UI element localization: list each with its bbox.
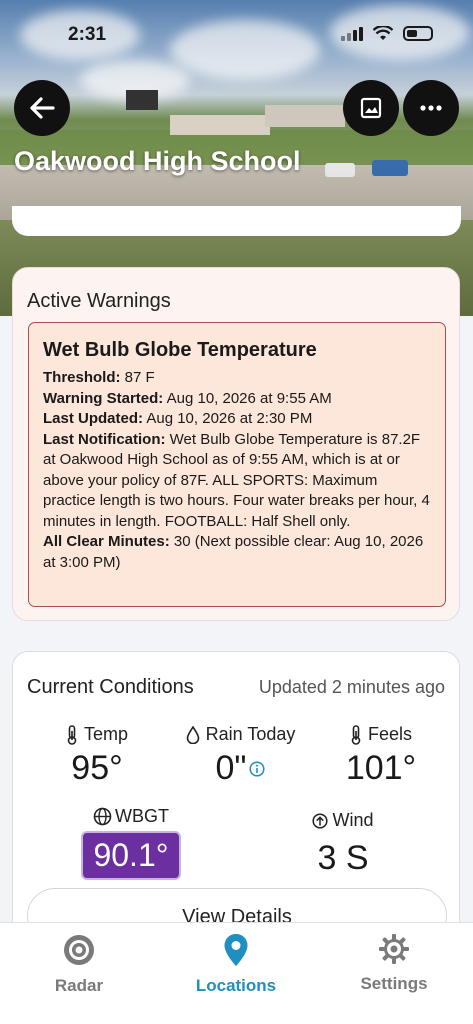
wbgt-value: 90.1° xyxy=(81,831,181,880)
thermometer-icon xyxy=(351,724,361,745)
gear-icon xyxy=(379,934,409,964)
cellular-signal-icon xyxy=(341,26,363,41)
wind-label: Wind xyxy=(332,810,374,830)
status-time: 2:31 xyxy=(68,24,107,45)
thermometer-icon xyxy=(67,724,77,745)
globe-icon xyxy=(93,807,112,826)
warning-all-clear: All Clear Minutes: 30 (Next possible cle… xyxy=(43,533,424,571)
rain-label: Rain Today xyxy=(205,724,296,744)
wind-metric: Wind 3 S xyxy=(283,810,403,878)
active-warnings-card: Active Warnings Wet Bulb Globe Temperatu… xyxy=(12,267,460,621)
back-button[interactable] xyxy=(14,80,70,136)
header-card-edge xyxy=(12,206,461,236)
warning-updated: Last Updated: Aug 10, 2026 at 2:30 PM xyxy=(43,410,313,427)
wbgt-metric[interactable]: WBGT 90.1° xyxy=(71,806,191,880)
location-pin-icon xyxy=(224,934,248,966)
arrow-left-icon xyxy=(30,97,55,119)
temp-value: 95° xyxy=(71,749,123,787)
image-icon xyxy=(360,97,382,119)
tab-locations-label: Locations xyxy=(195,976,277,995)
current-conditions-header: Current Conditions xyxy=(27,676,194,698)
wifi-icon xyxy=(373,26,393,40)
temp-label: Temp xyxy=(83,724,128,744)
info-icon[interactable] xyxy=(249,760,266,777)
image-button[interactable] xyxy=(343,80,399,136)
warning-notification: Last Notification: Wet Bulb Globe Temper… xyxy=(43,430,430,530)
temp-metric: Temp 95° xyxy=(37,724,157,788)
tab-radar[interactable]: Radar xyxy=(19,933,139,996)
more-options-button[interactable] xyxy=(403,80,459,136)
warning-threshold: Threshold: 87 F xyxy=(43,369,155,386)
warning-started: Warning Started: Aug 10, 2026 at 9:55 AM xyxy=(43,389,332,407)
wind-value: 3 S xyxy=(317,839,369,877)
rain-metric: Rain Today 0" xyxy=(173,724,308,788)
warning-item[interactable]: Wet Bulb Globe Temperature Threshold: 87… xyxy=(28,322,446,607)
tab-settings[interactable]: Settings xyxy=(334,933,454,994)
battery-icon xyxy=(403,26,433,41)
current-conditions-card: Current Conditions Updated 2 minutes ago… xyxy=(12,651,460,951)
wbgt-label: WBGT xyxy=(115,806,169,826)
tab-locations[interactable]: Locations xyxy=(176,933,296,996)
feels-value: 101° xyxy=(345,749,417,787)
raindrop-icon xyxy=(186,725,199,744)
feels-label: Feels xyxy=(367,724,412,744)
status-bar: 2:31 xyxy=(0,22,473,50)
rain-value: 0" xyxy=(215,749,247,787)
tab-bar: Radar Locations Settings xyxy=(0,922,473,1024)
tab-radar-label: Radar xyxy=(54,976,104,995)
location-title: Oakwood High School xyxy=(14,146,301,176)
warning-title: Wet Bulb Globe Temperature xyxy=(43,339,317,361)
tab-settings-label: Settings xyxy=(360,974,428,993)
feels-metric: Feels 101° xyxy=(321,724,441,788)
radar-icon xyxy=(64,935,94,965)
active-warnings-header: Active Warnings xyxy=(27,290,171,312)
wind-direction-icon xyxy=(312,812,329,829)
ellipsis-icon xyxy=(420,105,442,111)
conditions-updated-text: Updated 2 minutes ago xyxy=(258,677,445,697)
